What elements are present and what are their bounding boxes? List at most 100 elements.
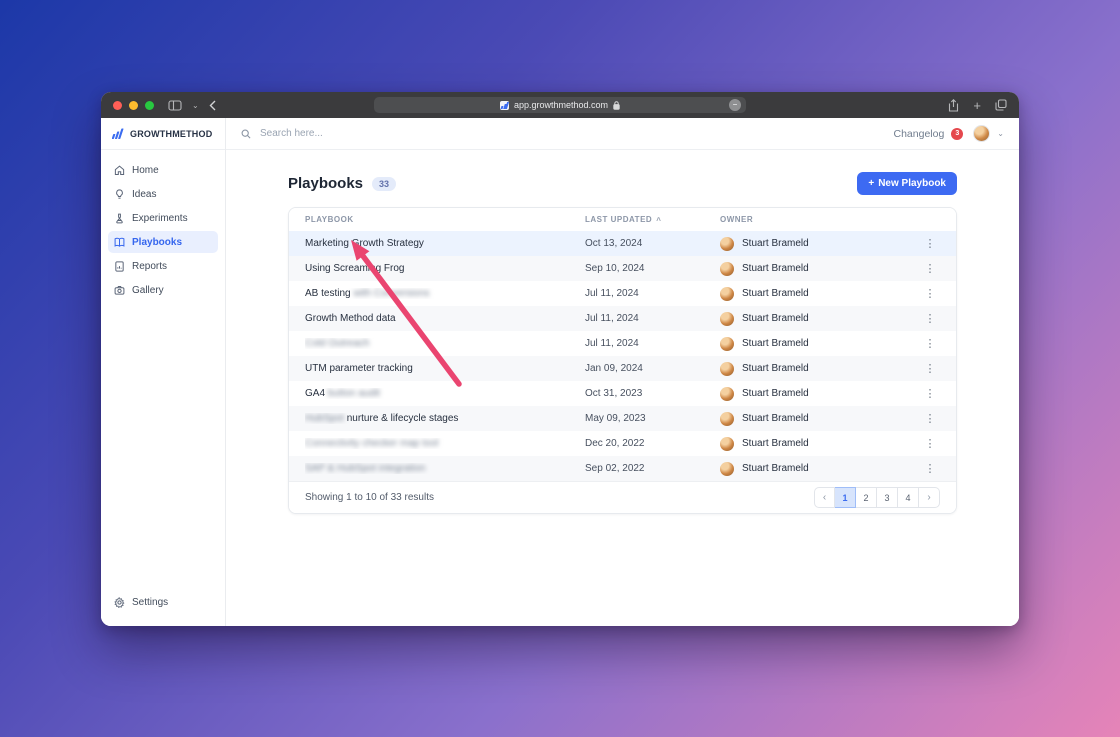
flask-icon: [116, 213, 123, 223]
prev-page-button[interactable]: ‹: [814, 487, 835, 508]
row-actions-kebab-icon[interactable]: ⋮: [920, 287, 940, 300]
page-title: Playbooks: [288, 175, 364, 192]
home-icon: [114, 164, 125, 175]
back-icon[interactable]: [209, 100, 216, 111]
row-updated: Jul 11, 2024: [585, 313, 639, 324]
table-footer: Showing 1 to 10 of 33 results ‹ 1 2 3 4 …: [289, 481, 956, 513]
row-updated: Jul 11, 2024: [585, 338, 639, 349]
row-actions-kebab-icon[interactable]: ⋮: [920, 362, 940, 375]
row-actions-kebab-icon[interactable]: ⋮: [920, 437, 940, 450]
sidebar-toggle-icon[interactable]: [168, 99, 182, 111]
row-updated: Oct 31, 2023: [585, 388, 643, 399]
sidebar-item-label: Experiments: [132, 212, 188, 224]
row-updated: Jul 11, 2024: [585, 288, 639, 299]
owner-name: Stuart Brameld: [742, 463, 809, 474]
owner-avatar: [720, 386, 734, 401]
next-page-button[interactable]: ›: [919, 487, 940, 508]
table-row[interactable]: AB testing with Conversions Jul 11, 2024…: [289, 281, 956, 306]
page-button-3[interactable]: 3: [877, 487, 898, 508]
owner-name: Stuart Brameld: [742, 338, 809, 349]
row-actions-kebab-icon[interactable]: ⋮: [920, 262, 940, 275]
gear-icon: [114, 596, 125, 608]
column-last-updated[interactable]: LAST UPDATED ^: [585, 215, 720, 225]
row-actions-kebab-icon[interactable]: ⋮: [920, 337, 940, 350]
sidebar-item-settings[interactable]: Settings: [108, 591, 218, 613]
owner-avatar: [720, 411, 734, 426]
user-menu-chevron-icon[interactable]: ⌄: [997, 129, 1004, 138]
owner-name: Stuart Brameld: [742, 363, 809, 374]
address-bar[interactable]: app.growthmethod.com −: [374, 97, 746, 113]
sidebar-item-playbooks[interactable]: Playbooks: [108, 231, 218, 253]
playbook-name: Connectivity checker map tool: [305, 438, 439, 449]
table-row[interactable]: Using Screaming Frog Sep 10, 2024 Stuart…: [289, 256, 956, 281]
owner-avatar: [720, 461, 734, 476]
lock-icon: [613, 100, 620, 110]
pagination: ‹ 1 2 3 4 ›: [814, 487, 940, 508]
owner-name: Stuart Brameld: [742, 238, 809, 249]
sidebar-item-label: Reports: [132, 260, 168, 272]
minimize-window-icon[interactable]: [129, 100, 138, 110]
sidebar-item-gallery[interactable]: Gallery: [108, 279, 218, 301]
table-row[interactable]: HubSpot nurture & lifecycle stages May 0…: [289, 406, 956, 431]
app-topbar: Search here... Changelog 3 ⌄: [226, 118, 1019, 150]
close-window-icon[interactable]: [113, 100, 122, 110]
page-button-4[interactable]: 4: [898, 487, 919, 508]
sidebar-item-label: Settings: [132, 596, 169, 608]
sidebar-item-reports[interactable]: Reports: [108, 255, 218, 277]
plus-icon: +: [868, 178, 875, 189]
owner-avatar: [720, 336, 734, 351]
new-playbook-button[interactable]: + New Playbook: [857, 172, 957, 195]
browser-titlebar: ⌄ app.growthmethod.com − +: [101, 92, 1019, 118]
share-icon[interactable]: [948, 98, 959, 112]
growthmethod-logo-icon: [112, 128, 124, 139]
sidebar-chevron-icon[interactable]: ⌄: [192, 101, 199, 110]
search-input[interactable]: Search here...: [260, 128, 323, 139]
owner-avatar: [720, 236, 734, 251]
row-updated: Dec 20, 2022: [585, 438, 645, 449]
extension-badge-icon[interactable]: −: [729, 99, 741, 111]
table-row[interactable]: GA4 button audit Oct 31, 2023 Stuart Bra…: [289, 381, 956, 406]
table-row[interactable]: Marketing Growth Strategy Oct 13, 2024 S…: [289, 231, 956, 256]
new-tab-icon[interactable]: +: [973, 98, 981, 113]
playbook-name: Growth Method data: [305, 313, 396, 324]
changelog-link[interactable]: Changelog: [894, 128, 945, 140]
camera-icon: [114, 285, 125, 295]
column-playbook[interactable]: PLAYBOOK: [305, 215, 585, 224]
app-logo[interactable]: GROWTHMETHOD: [101, 118, 225, 150]
changelog-count-badge: 3: [951, 127, 964, 140]
owner-name: Stuart Brameld: [742, 438, 809, 449]
owner-name: Stuart Brameld: [742, 413, 809, 424]
owner-avatar: [720, 436, 734, 451]
traffic-lights: [113, 100, 154, 110]
table-row[interactable]: Connectivity checker map tool Dec 20, 20…: [289, 431, 956, 456]
sidebar-item-home[interactable]: Home: [108, 159, 218, 181]
table-row[interactable]: Cold Outreach Jul 11, 2024 Stuart Bramel…: [289, 331, 956, 356]
sidebar-item-experiments[interactable]: Experiments: [108, 207, 218, 229]
zoom-window-icon[interactable]: [145, 100, 154, 110]
table-row[interactable]: Growth Method data Jul 11, 2024 Stuart B…: [289, 306, 956, 331]
row-updated: Sep 10, 2024: [585, 263, 645, 274]
table-row[interactable]: UTM parameter tracking Jan 09, 2024 Stua…: [289, 356, 956, 381]
row-actions-kebab-icon[interactable]: ⋮: [920, 462, 940, 475]
row-updated: Oct 13, 2024: [585, 238, 643, 249]
page-button-1[interactable]: 1: [835, 487, 856, 508]
tab-overview-icon[interactable]: [995, 99, 1007, 111]
playbooks-count-badge: 33: [372, 176, 397, 191]
row-actions-kebab-icon[interactable]: ⋮: [920, 312, 940, 325]
lightbulb-icon: [116, 188, 123, 199]
row-updated: Sep 02, 2022: [585, 463, 645, 474]
playbook-name: Cold Outreach: [305, 338, 370, 349]
page-button-2[interactable]: 2: [856, 487, 877, 508]
column-owner[interactable]: OWNER: [720, 215, 920, 224]
user-avatar[interactable]: [973, 125, 991, 142]
owner-name: Stuart Brameld: [742, 288, 809, 299]
sidebar-item-ideas[interactable]: Ideas: [108, 183, 218, 205]
owner-name: Stuart Brameld: [742, 388, 809, 399]
playbooks-page: Playbooks 33 + New Playbook PLAYBOOK LAS…: [226, 150, 1019, 626]
owner-avatar: [720, 261, 734, 276]
row-updated: May 09, 2023: [585, 413, 646, 424]
row-actions-kebab-icon[interactable]: ⋮: [920, 412, 940, 425]
table-row[interactable]: SAP & HubSpot integration Sep 02, 2022 S…: [289, 456, 956, 481]
row-actions-kebab-icon[interactable]: ⋮: [920, 387, 940, 400]
row-actions-kebab-icon[interactable]: ⋮: [920, 237, 940, 250]
